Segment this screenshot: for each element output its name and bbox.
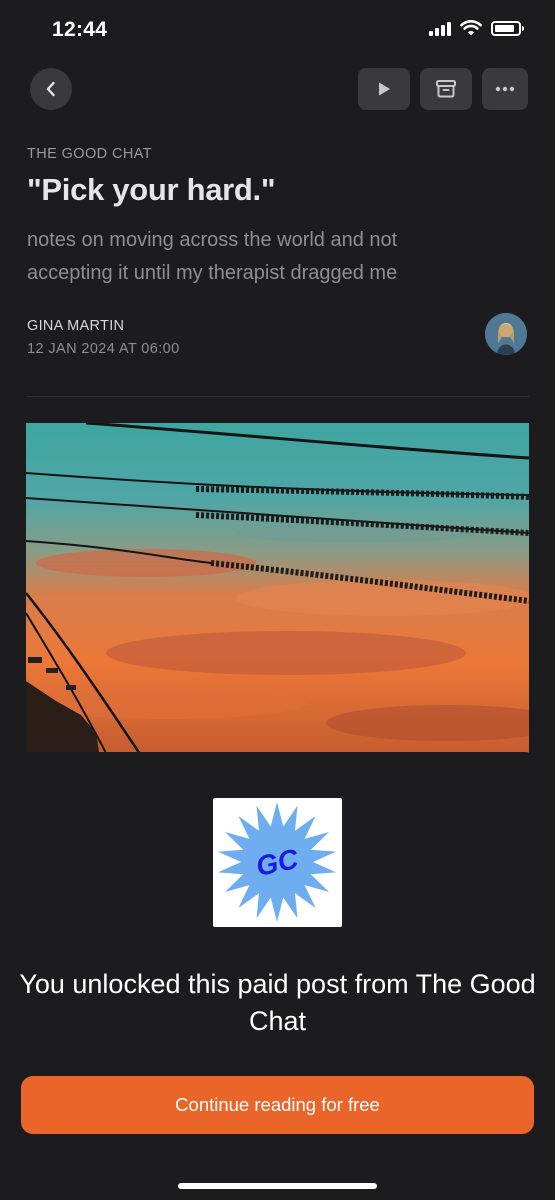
header-divider: [27, 396, 529, 397]
status-bar: 12:44: [0, 0, 555, 64]
publish-date: 12 JAN 2024 AT 06:00: [27, 341, 180, 357]
article-title: "Pick your hard.": [27, 172, 276, 207]
avatar-image: [485, 313, 527, 355]
cellular-signal-icon: [429, 20, 451, 36]
article-toolbar: [0, 68, 555, 112]
continue-reading-button[interactable]: Continue reading for free: [21, 1076, 534, 1134]
status-icons: [429, 20, 524, 36]
play-button[interactable]: [358, 68, 410, 110]
chevron-left-icon: [46, 81, 55, 97]
home-indicator[interactable]: [178, 1183, 377, 1189]
archive-button[interactable]: [420, 68, 472, 110]
archive-icon: [436, 80, 456, 98]
gc-starburst-logo: GC: [217, 802, 337, 922]
more-options-button[interactable]: [482, 68, 528, 110]
battery-icon: [491, 20, 524, 36]
ellipsis-icon: [495, 86, 515, 92]
hero-image: [26, 423, 529, 763]
wifi-icon: [460, 20, 482, 36]
article-header: THE GOOD CHAT "Pick your hard." notes on…: [27, 140, 529, 370]
play-icon: [379, 82, 390, 96]
article-subtitle: notes on moving across the world and not…: [27, 229, 398, 284]
author-name[interactable]: GINA MARTIN: [27, 318, 124, 334]
byline: GINA MARTIN 12 JAN 2024 AT 06:00: [27, 310, 529, 370]
publication-logo: GC: [213, 798, 342, 927]
author-avatar[interactable]: [485, 313, 527, 355]
back-button[interactable]: [30, 68, 72, 110]
status-time: 12:44: [52, 18, 108, 41]
publication-name[interactable]: THE GOOD CHAT: [27, 146, 529, 162]
unlock-message: You unlocked this paid post from The Goo…: [19, 969, 536, 1036]
